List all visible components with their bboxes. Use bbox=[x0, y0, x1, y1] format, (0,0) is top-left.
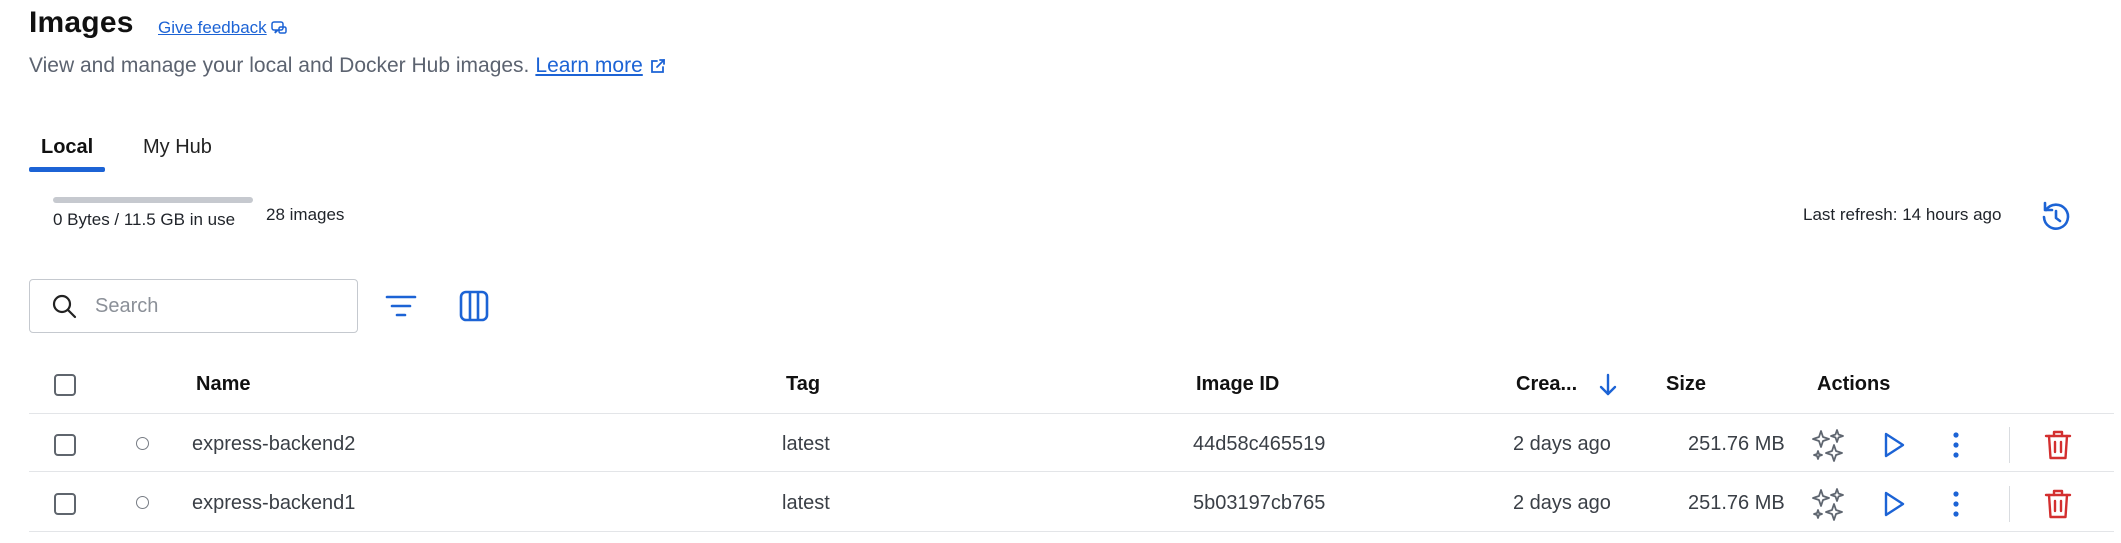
image-count: 28 images bbox=[266, 205, 345, 224]
image-tag: latest bbox=[782, 433, 830, 455]
column-header-size[interactable]: Size bbox=[1666, 373, 1706, 396]
search-input[interactable] bbox=[93, 293, 327, 319]
column-header-created[interactable]: Crea... bbox=[1516, 373, 1577, 396]
more-actions-button[interactable] bbox=[1939, 487, 1973, 521]
disk-usage-bar bbox=[53, 197, 253, 203]
delete-button[interactable] bbox=[2041, 428, 2075, 462]
select-all-checkbox[interactable] bbox=[54, 374, 76, 396]
learn-more-link[interactable]: Learn more bbox=[535, 54, 642, 78]
run-button[interactable] bbox=[1876, 428, 1910, 462]
filter-icon bbox=[382, 287, 420, 325]
sparkles-icon bbox=[1812, 487, 1846, 521]
kebab-menu-icon bbox=[1939, 428, 1973, 462]
recommendations-button[interactable] bbox=[1812, 428, 1846, 462]
columns-icon bbox=[455, 287, 493, 325]
recommendations-button[interactable] bbox=[1812, 487, 1846, 521]
row-checkbox[interactable] bbox=[54, 434, 76, 456]
circle-icon bbox=[136, 437, 149, 450]
tab-my-hub[interactable]: My Hub bbox=[143, 136, 212, 159]
image-size: 251.76 MB bbox=[1688, 492, 1785, 514]
disk-usage-text: 0 Bytes / 11.5 GB in use bbox=[53, 210, 236, 229]
kebab-menu-icon bbox=[1939, 487, 1973, 521]
column-header-actions: Actions bbox=[1817, 373, 1891, 395]
refresh-icon bbox=[2037, 198, 2075, 236]
image-id: 5b03197cb765 bbox=[1193, 492, 1326, 514]
image-tag: latest bbox=[782, 492, 830, 514]
page-title: Images bbox=[29, 6, 134, 39]
columns-button[interactable] bbox=[455, 287, 493, 325]
actions-divider bbox=[2009, 486, 2010, 522]
give-feedback-link[interactable]: Give feedback bbox=[158, 18, 287, 38]
image-name[interactable]: express-backend2 bbox=[192, 433, 355, 456]
subtitle-text: View and manage your local and Docker Hu… bbox=[29, 54, 530, 77]
row-divider bbox=[29, 471, 2114, 472]
more-actions-button[interactable] bbox=[1939, 428, 1973, 462]
header-divider bbox=[29, 413, 2114, 414]
external-link-icon bbox=[649, 57, 667, 75]
run-button[interactable] bbox=[1876, 487, 1910, 521]
image-id: 44d58c465519 bbox=[1193, 433, 1326, 455]
actions-divider bbox=[2009, 427, 2010, 463]
column-header-name[interactable]: Name bbox=[196, 373, 250, 396]
trash-icon bbox=[2041, 428, 2075, 462]
refresh-button[interactable] bbox=[2037, 198, 2075, 236]
image-created: 2 days ago bbox=[1513, 433, 1611, 455]
column-header-tag[interactable]: Tag bbox=[786, 373, 820, 396]
play-icon bbox=[1876, 428, 1910, 462]
arrow-down-icon bbox=[1596, 372, 1620, 398]
image-created: 2 days ago bbox=[1513, 492, 1611, 514]
image-size: 251.76 MB bbox=[1688, 433, 1785, 455]
delete-button[interactable] bbox=[2041, 487, 2075, 521]
image-name[interactable]: express-backend1 bbox=[192, 492, 355, 515]
play-icon bbox=[1876, 487, 1910, 521]
row-checkbox[interactable] bbox=[54, 493, 76, 515]
trash-icon bbox=[2041, 487, 2075, 521]
search-box[interactable] bbox=[29, 279, 358, 333]
filter-button[interactable] bbox=[382, 287, 420, 325]
feedback-icon bbox=[270, 20, 287, 36]
column-header-image-id[interactable]: Image ID bbox=[1196, 373, 1279, 396]
give-feedback-label: Give feedback bbox=[158, 18, 267, 37]
sort-descending-button[interactable] bbox=[1596, 372, 1620, 398]
page-subtitle: View and manage your local and Docker Hu… bbox=[29, 54, 667, 78]
sparkles-icon bbox=[1812, 428, 1846, 462]
tab-local[interactable]: Local bbox=[41, 136, 93, 159]
active-tab-indicator bbox=[29, 167, 105, 172]
circle-icon bbox=[136, 496, 149, 509]
search-icon bbox=[51, 293, 77, 319]
last-refresh-text: Last refresh: 14 hours ago bbox=[1803, 205, 2002, 224]
row-divider bbox=[29, 531, 2114, 532]
